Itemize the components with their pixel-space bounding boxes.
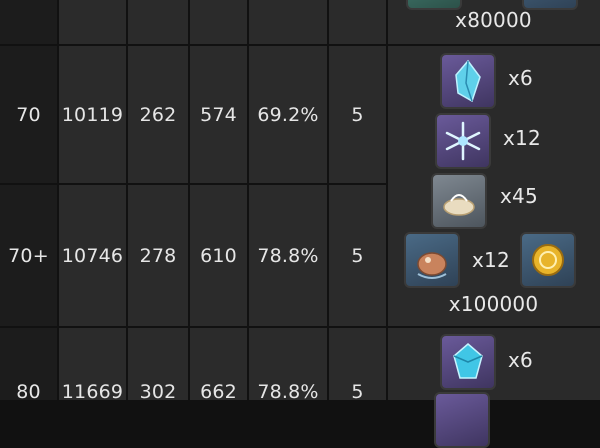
row-70-skill: 5 [329, 46, 386, 183]
ice-crystal-flower-icon[interactable] [435, 113, 491, 169]
top-def-cell [190, 0, 247, 44]
material-qty-2: x12 [503, 126, 541, 150]
row-80-skill: 5 [329, 328, 386, 403]
top-level-cell [0, 0, 57, 44]
partial-material-icon-bottom [434, 392, 490, 448]
row-80-hp: 11669 [59, 328, 126, 403]
row-80-stat: 78.8% [249, 328, 327, 403]
nectar-bag-icon[interactable] [431, 173, 487, 229]
row-80-atk: 302 [128, 328, 188, 403]
blue-gemstone-icon[interactable] [440, 334, 496, 390]
row-70-level: 70 [0, 46, 57, 183]
row-80-materials: x6 [388, 328, 600, 448]
row-80-def: 662 [190, 328, 247, 403]
row-70plus-skill: 5 [329, 185, 386, 326]
row-80-material-qty: x6 [508, 348, 533, 372]
top-hp-cell [59, 0, 126, 44]
bird-shape [417, 252, 447, 279]
row-70-stat: 69.2% [249, 46, 327, 183]
top-mora-amount: x80000 [455, 8, 532, 32]
bird-statue-icon[interactable] [404, 232, 460, 288]
row-70-atk: 262 [128, 46, 188, 183]
row-70plus-atk: 278 [128, 185, 188, 326]
flower-shape [445, 121, 481, 161]
blue-crystal-chunk-icon[interactable] [440, 53, 496, 109]
mora-amount: x100000 [448, 292, 539, 316]
gem-shape [453, 343, 483, 379]
bag-shape [443, 194, 475, 216]
row-70plus-stat: 78.8% [249, 185, 327, 326]
row-70plus-level: 70+ [0, 185, 57, 326]
top-skill-cell [329, 0, 386, 44]
row-70-def: 574 [190, 46, 247, 183]
coin-shape [532, 244, 564, 276]
material-qty-4: x12 [472, 248, 510, 272]
ascension-materials-cell: x6 x12 x45 x12 x100000 [388, 46, 600, 326]
row-70-hp: 10119 [59, 46, 126, 183]
mora-coin-icon[interactable] [520, 232, 576, 288]
row-80-level: 80 [0, 328, 57, 403]
row-70plus-def: 610 [190, 185, 247, 326]
crystal-shape [455, 59, 481, 103]
top-stat-cell [249, 0, 327, 44]
row-70plus-hp: 10746 [59, 185, 126, 326]
material-qty-1: x6 [508, 66, 533, 90]
top-material-cell: x80000 [388, 0, 600, 44]
material-qty-3: x45 [500, 184, 538, 208]
top-atk-cell [128, 0, 188, 44]
